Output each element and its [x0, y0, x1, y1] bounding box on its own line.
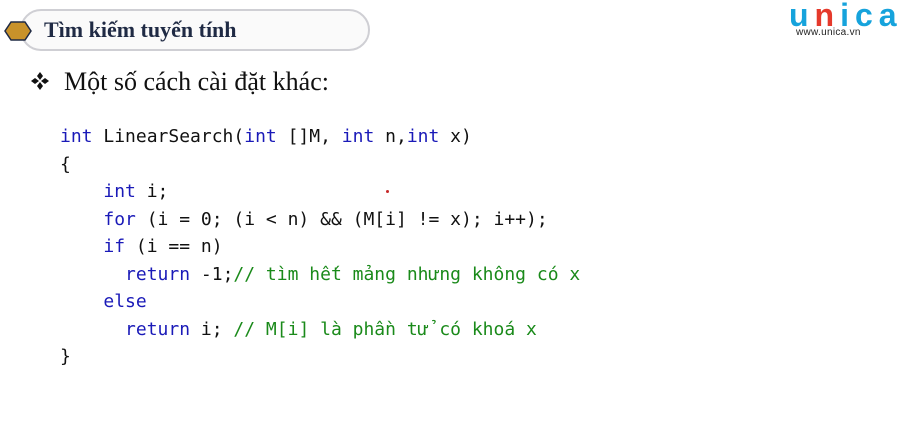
code-text: n, — [374, 126, 407, 147]
code-keyword: if — [103, 236, 126, 257]
code-line: for (i = 0; (i < n) && (M[i] != x); i++)… — [60, 206, 580, 234]
code-comment: // M[i] là phần tử có khoá x — [233, 318, 537, 340]
code-text: i; — [135, 181, 169, 202]
code-text: -1; — [190, 263, 234, 285]
code-comment: // tìm hết mảng nhưng không có x — [233, 263, 581, 285]
code-keyword: return — [125, 263, 191, 285]
section-subtitle: Một số cách cài đặt khác: — [64, 67, 329, 96]
code-keyword: else — [103, 291, 147, 312]
code-line: if (i == n) — [60, 233, 580, 261]
diamond-bullet-icon — [31, 72, 49, 90]
code-line: { — [60, 151, 580, 179]
logo-url: www.unica.vn — [796, 27, 861, 38]
slide-title-pill: Tìm kiếm tuyến tính — [20, 9, 370, 51]
pointer-dot — [386, 190, 389, 193]
code-text: (i == n) — [125, 236, 223, 257]
code-line: int LinearSearch(int []M, int n,int x) — [60, 123, 580, 151]
code-keyword: return — [125, 318, 191, 340]
code-line: int i; — [60, 178, 580, 206]
code-text: LinearSearch( — [92, 126, 245, 147]
code-keyword: int — [103, 181, 136, 202]
code-text: []M, — [276, 126, 342, 147]
hexagon-icon — [4, 21, 32, 41]
code-keyword: int — [406, 126, 440, 147]
code-keyword: int — [244, 126, 277, 147]
code-keyword: for — [103, 208, 136, 230]
code-text: i; — [190, 318, 234, 340]
code-block: int LinearSearch(int []M, int n,int x){ … — [60, 123, 580, 371]
code-keyword: int — [341, 126, 375, 147]
code-line: else — [60, 288, 580, 316]
code-text: } — [60, 346, 71, 367]
code-line: } — [60, 343, 580, 371]
slide-title: Tìm kiếm tuyến tính — [44, 17, 237, 42]
code-text: { — [60, 153, 71, 175]
code-text: (i = 0; (i < n) && (M[i] != x); i++); — [135, 208, 548, 230]
code-text: x) — [439, 126, 472, 147]
code-line: return i; // M[i] là phần tử có khoá x — [60, 316, 580, 344]
code-line: return -1;// tìm hết mảng nhưng không có… — [60, 261, 580, 289]
code-keyword: int — [60, 126, 93, 147]
